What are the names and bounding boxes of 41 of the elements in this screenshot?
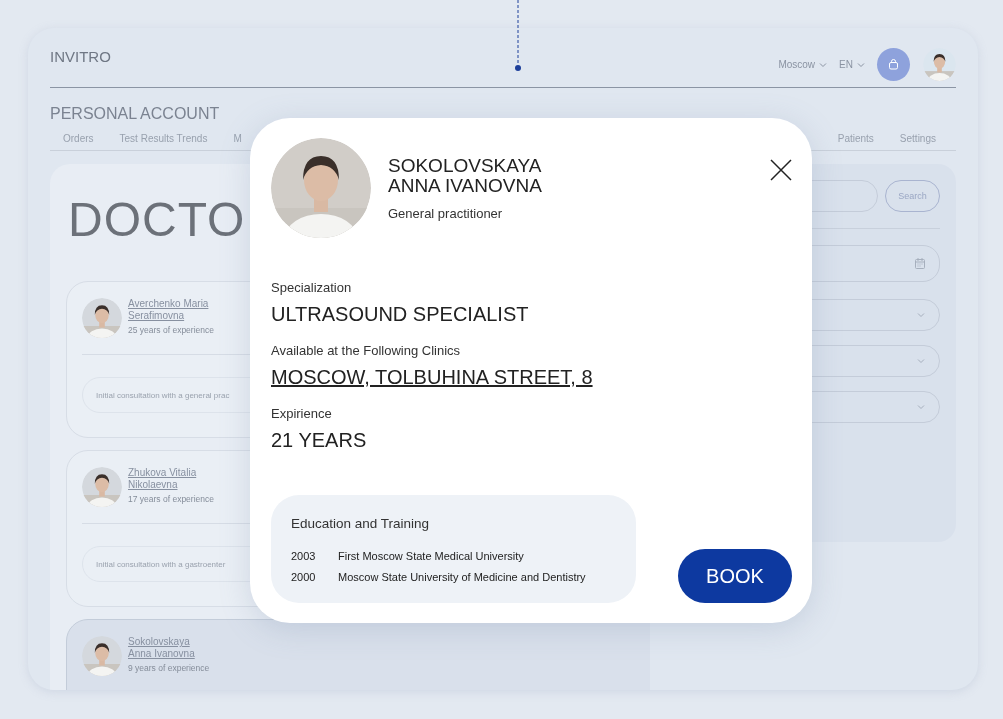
calendar-icon bbox=[915, 258, 925, 269]
education-title: Education and Training bbox=[291, 516, 431, 531]
field-label: Specialization bbox=[271, 280, 353, 295]
tab[interactable]: M bbox=[233, 133, 242, 144]
institution-text: First Moscow State Medical University bbox=[338, 550, 525, 562]
chevron-icon bbox=[917, 404, 925, 410]
logo[interactable]: INVITRO bbox=[50, 48, 111, 65]
field-value: ULTRASOUND SPECIALIST bbox=[271, 303, 530, 326]
pointer-line bbox=[512, 0, 524, 72]
doctor-position: General practitioner bbox=[388, 206, 504, 221]
section-title: PERSONAL ACCOUNT bbox=[50, 104, 221, 124]
book-button[interactable]: BOOK bbox=[678, 549, 792, 603]
institution-text: Moscow State University of Medicine and Dentistry bbox=[338, 571, 587, 583]
chevron-icon bbox=[819, 61, 828, 68]
year-text: 2003 bbox=[291, 550, 317, 562]
page-heading: DOCTO bbox=[68, 196, 246, 244]
field-label: Available at the Following Clinics bbox=[271, 343, 462, 358]
close-icon bbox=[770, 159, 792, 181]
chevron-icon bbox=[917, 312, 925, 318]
doctor-name-link[interactable]: Sokolovskaya Anna Ivanovna bbox=[128, 636, 212, 660]
city-dropdown[interactable]: Moscow bbox=[778, 59, 828, 70]
doctor-name-link[interactable]: Averchenko Maria Serafimovna bbox=[128, 298, 212, 322]
experience-text: 17 years of experience bbox=[128, 494, 214, 504]
year-text: 2000 bbox=[291, 571, 317, 583]
bag-icon bbox=[888, 59, 899, 70]
experience-text: 9 years of experience bbox=[128, 663, 211, 673]
language-dropdown[interactable]: EN bbox=[839, 59, 865, 70]
doctor-name-link[interactable]: Zhukova Vitalia Nikolaevna bbox=[128, 467, 212, 491]
doctor-card[interactable]: Sokolovskaya Anna Ivanovna 9 years of experience bbox=[66, 619, 650, 690]
doctor-name: SOKOLOVSKAYA ANNA IVANOVNA bbox=[388, 156, 543, 196]
chevron-icon bbox=[857, 61, 865, 68]
field-label: Expirience bbox=[271, 406, 333, 421]
clinic-address-link[interactable]: MOSCOW, TOLBUHINA STREET, 8 bbox=[271, 366, 792, 389]
tab[interactable]: Orders bbox=[63, 133, 94, 144]
experience-text: 25 years of experience bbox=[128, 325, 214, 335]
tab[interactable]: Test Results Trends bbox=[119, 133, 208, 144]
close-button[interactable] bbox=[770, 159, 792, 181]
tab[interactable]: Settings bbox=[899, 133, 936, 144]
field-value: 21 YEARS bbox=[271, 429, 368, 452]
chevron-icon bbox=[917, 358, 925, 364]
tab[interactable]: Patients bbox=[837, 133, 874, 144]
